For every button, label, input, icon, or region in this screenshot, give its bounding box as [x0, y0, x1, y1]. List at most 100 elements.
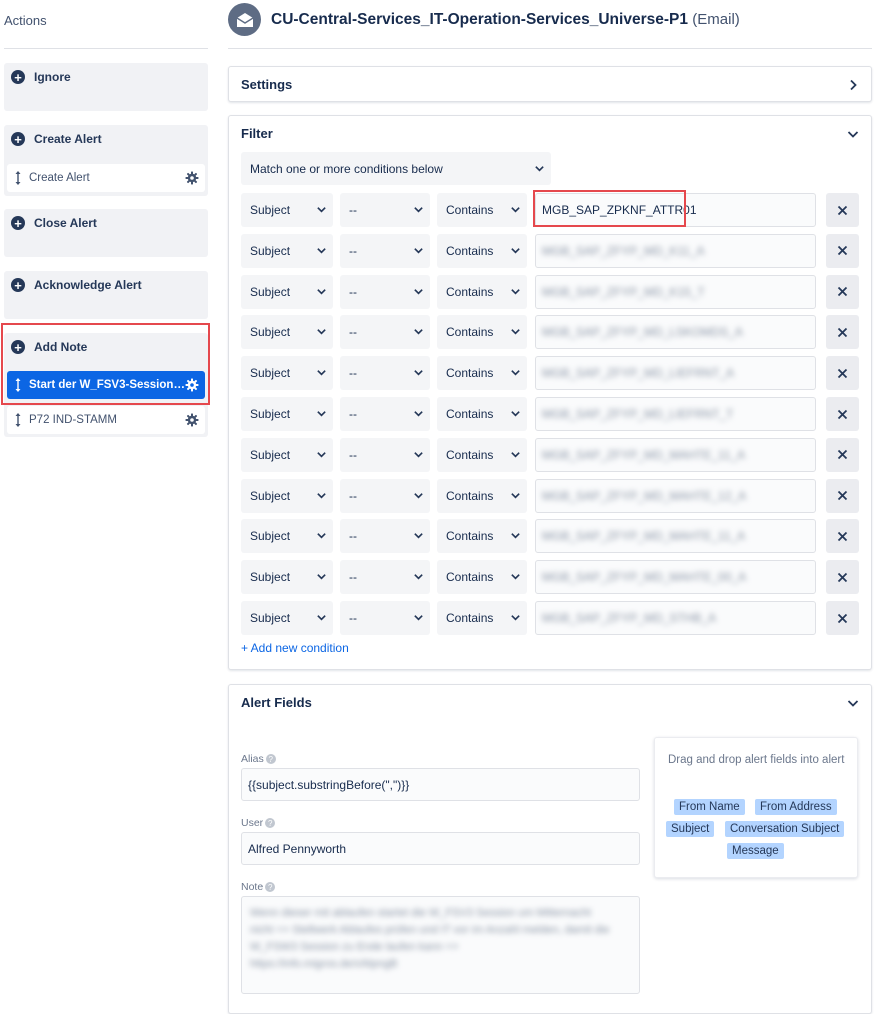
chevron-right-icon[interactable] — [847, 79, 859, 91]
remove-condition-button[interactable] — [826, 315, 859, 350]
action-item-label: Create Alert — [29, 172, 90, 184]
condition-operator-select[interactable]: Contains — [437, 233, 527, 268]
action-item-p72-ind-stamm[interactable]: P72 IND-STAMM — [7, 406, 205, 434]
condition-field-select[interactable]: Subject — [241, 560, 333, 595]
chevron-down-icon — [511, 370, 520, 376]
help-icon[interactable]: ? — [265, 818, 276, 828]
settings-panel[interactable]: Settings — [228, 66, 872, 102]
condition-operator-select[interactable]: Contains — [437, 478, 527, 513]
condition-field-select[interactable]: Subject — [241, 397, 333, 431]
remove-condition-button[interactable] — [826, 233, 859, 268]
chevron-down-icon — [414, 451, 423, 458]
chevron-down-icon[interactable] — [847, 128, 859, 140]
condition-negate-select[interactable]: -- — [340, 356, 430, 391]
remove-condition-button[interactable] — [826, 601, 859, 635]
drag-handle-icon[interactable] — [15, 170, 21, 186]
remove-condition-button[interactable] — [826, 397, 859, 431]
condition-value-input[interactable]: MGB_SAP_ZFYP_MD_LSKOMDS_A — [535, 315, 816, 350]
remove-condition-button[interactable] — [826, 560, 859, 595]
close-icon — [837, 613, 848, 623]
match-mode-select[interactable]: Match one or more conditions below — [241, 152, 551, 185]
field-chip-subject[interactable]: Subject — [666, 821, 715, 837]
action-item-create-alert[interactable]: Create Alert — [7, 164, 205, 192]
chevron-down-icon — [535, 166, 544, 172]
help-icon[interactable]: ? — [265, 754, 276, 764]
field-chip-from-name[interactable]: From Name — [674, 799, 745, 815]
action-group-close-alert[interactable]: + Close Alert — [4, 209, 208, 257]
condition-value-input[interactable]: MGB_SAP_ZFYP_MD_MAHTE_12_A — [535, 478, 816, 513]
condition-negate-select[interactable]: -- — [340, 397, 430, 431]
chevron-down-icon — [317, 329, 326, 335]
field-chip-from-address[interactable]: From Address — [755, 799, 837, 815]
add-circle-icon[interactable]: + — [11, 70, 25, 84]
condition-value-input[interactable]: MGB_SAP_ZFYP_MD_STHB_A — [535, 601, 816, 635]
condition-value-input[interactable]: MGB_SAP_ZFYP_MD_LIEFRNT_A — [535, 356, 816, 391]
condition-negate-value: -- — [349, 570, 357, 585]
condition-negate-select[interactable]: -- — [340, 274, 430, 309]
condition-field-select[interactable]: Subject — [241, 519, 333, 554]
condition-negate-select[interactable]: -- — [340, 193, 430, 227]
add-circle-icon[interactable]: + — [11, 216, 25, 230]
condition-value-input[interactable]: MGB_SAP_ZFYP_MD_LIEFRNT_T — [535, 397, 816, 431]
remove-condition-button[interactable] — [826, 356, 859, 391]
condition-negate-select[interactable]: -- — [340, 233, 430, 268]
drag-drop-hint: Drag and drop alert fields into alert — [668, 754, 845, 766]
remove-condition-button[interactable] — [826, 437, 859, 472]
field-chip-conversation-subject[interactable]: Conversation Subject — [725, 821, 845, 837]
condition-negate-select[interactable]: -- — [340, 560, 430, 595]
condition-value-input[interactable]: MGB_SAP_ZFYP_MD_MAHTE_00_A — [535, 560, 816, 595]
condition-field-select[interactable]: Subject — [241, 315, 333, 350]
remove-condition-button[interactable] — [826, 193, 859, 227]
field-chip-message[interactable]: Message — [727, 843, 784, 859]
add-circle-icon[interactable]: + — [11, 132, 25, 146]
condition-operator-select[interactable]: Contains — [437, 274, 527, 309]
condition-operator-select[interactable]: Contains — [437, 437, 527, 472]
remove-condition-button[interactable] — [826, 478, 859, 513]
condition-negate-select[interactable]: -- — [340, 315, 430, 350]
condition-field-select[interactable]: Subject — [241, 233, 333, 268]
condition-negate-select[interactable]: -- — [340, 437, 430, 472]
condition-value-text: MGB_SAP_ZFYP_MD_LSKOMDS_A — [542, 325, 743, 340]
condition-field-select[interactable]: Subject — [241, 356, 333, 391]
add-condition-link[interactable]: + Add new condition — [241, 641, 349, 655]
user-input[interactable]: Alfred Pennyworth — [241, 832, 640, 865]
condition-operator-select[interactable]: Contains — [437, 397, 527, 431]
condition-value-input[interactable]: MGB_SAP_ZFYP_MD_MAHTE_11_A — [535, 519, 816, 554]
gear-icon[interactable] — [185, 413, 199, 427]
action-group-label: Acknowledge Alert — [34, 278, 142, 292]
condition-operator-select[interactable]: Contains — [437, 519, 527, 554]
condition-operator-select[interactable]: Contains — [437, 560, 527, 595]
note-label: Note ? — [241, 881, 276, 893]
chevron-down-icon — [317, 615, 326, 621]
gear-icon[interactable] — [185, 171, 199, 185]
condition-field-select[interactable]: Subject — [241, 274, 333, 309]
remove-condition-button[interactable] — [826, 274, 859, 309]
alias-input[interactable]: {{subject.substringBefore(",")}} — [241, 768, 640, 801]
close-icon — [837, 205, 848, 215]
add-circle-icon[interactable]: + — [11, 278, 25, 292]
condition-negate-select[interactable]: -- — [340, 601, 430, 635]
condition-value-input[interactable]: MGB_SAP_ZFYP_MD_K11_A — [535, 233, 816, 268]
chevron-down-icon[interactable] — [847, 697, 859, 709]
condition-negate-select[interactable]: -- — [340, 519, 430, 554]
condition-field-select[interactable]: Subject — [241, 478, 333, 513]
remove-condition-button[interactable] — [826, 519, 859, 554]
condition-operator-select[interactable]: Contains — [437, 356, 527, 391]
condition-negate-select[interactable]: -- — [340, 478, 430, 513]
drag-handle-icon[interactable] — [15, 412, 21, 428]
condition-field-select[interactable]: Subject — [241, 601, 333, 635]
action-group-create-alert[interactable]: + Create Alert Create Alert — [4, 125, 208, 196]
help-icon[interactable]: ? — [265, 882, 276, 892]
note-textarea[interactable]: Wenn dieser mit ablaufen startet die W_F… — [241, 896, 640, 994]
chevron-down-icon — [414, 411, 423, 417]
condition-field-select[interactable]: Subject — [241, 193, 333, 227]
condition-value-input[interactable]: MGB_SAP_ZFYP_MD_MAHTE_11_A — [535, 437, 816, 472]
condition-value-input[interactable]: MGB_SAP_ZFYP_MD_K15_T — [535, 274, 816, 309]
condition-operator-select[interactable]: Contains — [437, 193, 527, 227]
condition-operator-select[interactable]: Contains — [437, 601, 527, 635]
condition-operator-select[interactable]: Contains — [437, 315, 527, 350]
action-group-ignore[interactable]: + Ignore — [4, 63, 208, 111]
action-group-acknowledge-alert[interactable]: + Acknowledge Alert — [4, 271, 208, 319]
condition-negate-value: -- — [349, 284, 357, 299]
condition-field-select[interactable]: Subject — [241, 437, 333, 472]
